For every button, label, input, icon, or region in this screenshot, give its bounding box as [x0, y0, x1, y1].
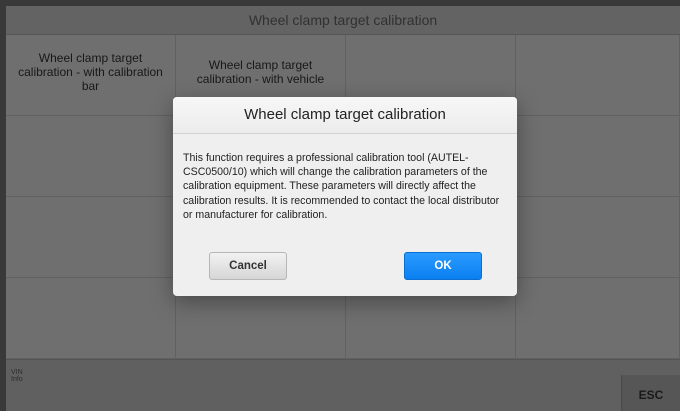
cancel-button[interactable]: Cancel: [209, 252, 287, 280]
ok-button[interactable]: OK: [404, 252, 482, 280]
calibration-dialog: Wheel clamp target calibration This func…: [173, 97, 517, 296]
dialog-message: This function requires a professional ca…: [183, 152, 500, 221]
dialog-title: Wheel clamp target calibration: [173, 97, 517, 134]
